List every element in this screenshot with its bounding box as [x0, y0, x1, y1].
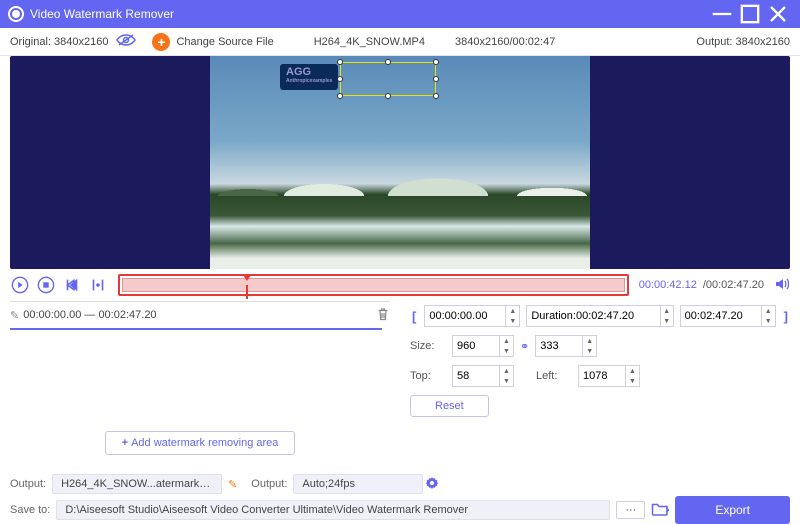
size-label: Size:	[410, 340, 446, 352]
left-input[interactable]: ▲▼	[578, 365, 640, 387]
app-title: Video Watermark Remover	[30, 7, 174, 21]
down-icon[interactable]: ▼	[500, 346, 513, 356]
change-source-link[interactable]: Change Source File	[176, 36, 273, 48]
handle-bl[interactable]	[337, 93, 343, 99]
timeline-highlight	[118, 274, 629, 296]
save-to-path: D:\Aiseesoft Studio\Aiseesoft Video Conv…	[56, 500, 610, 520]
handle-mr[interactable]	[433, 76, 439, 82]
top-input[interactable]: ▲▼	[452, 365, 514, 387]
handle-ml[interactable]	[337, 76, 343, 82]
delete-area-icon[interactable]	[376, 307, 390, 324]
link-aspect-icon[interactable]: ⚭	[520, 340, 529, 353]
maximize-button[interactable]	[736, 0, 764, 28]
panels: ✎ 00:00:00.00 — 00:02:47.20 Add watermar…	[0, 301, 800, 465]
source-res-duration: 3840x2160/00:02:47	[455, 36, 555, 48]
up-icon[interactable]: ▲	[626, 366, 639, 376]
app-logo-icon	[8, 6, 24, 22]
output-file-label: Output:	[10, 478, 46, 490]
add-source-icon[interactable]: +	[152, 33, 170, 51]
playhead[interactable]	[243, 275, 251, 281]
timeline[interactable]	[122, 278, 625, 292]
position-row: Top: ▲▼ Left: ▲▼	[410, 365, 790, 387]
down-icon[interactable]: ▼	[500, 376, 513, 386]
area-time-range: 00:00:00.00 — 00:02:47.20	[23, 309, 156, 321]
up-icon[interactable]: ▲	[762, 306, 775, 316]
minimize-button[interactable]	[708, 0, 736, 28]
down-icon[interactable]: ▼	[506, 316, 519, 326]
stop-button[interactable]	[36, 275, 56, 295]
handle-tr[interactable]	[433, 59, 439, 65]
bottom-bar: Output: H264_4K_SNOW...atermark.mp4 ✎ Ou…	[10, 465, 790, 523]
close-button[interactable]	[764, 0, 792, 28]
handle-tl[interactable]	[337, 59, 343, 65]
up-icon[interactable]: ▲	[500, 366, 513, 376]
trim-duration-input[interactable]: ▲▼	[526, 305, 673, 327]
signature-icon: ✎	[10, 309, 19, 322]
up-icon[interactable]: ▲	[661, 306, 673, 316]
play-button[interactable]	[10, 275, 30, 295]
handle-br[interactable]	[433, 93, 439, 99]
handle-bm[interactable]	[385, 93, 391, 99]
output-format: Auto;24fps	[293, 474, 423, 494]
titlebar: Video Watermark Remover	[0, 0, 800, 28]
output-filename: H264_4K_SNOW...atermark.mp4	[52, 474, 222, 494]
bracket-end-icon[interactable]: ]	[782, 309, 790, 324]
height-input[interactable]: ▲▼	[535, 335, 597, 357]
trim-row: [ ▲▼ ▲▼ ▲▼ ]	[410, 305, 790, 327]
size-row: Size: ▲▼ ⚭ ▲▼	[410, 335, 790, 357]
areas-panel: ✎ 00:00:00.00 — 00:02:47.20 Add watermar…	[10, 301, 390, 459]
down-icon[interactable]: ▼	[661, 316, 673, 326]
playbar: 00:00:42.12/00:02:47.20	[0, 269, 800, 301]
bracket-start-icon[interactable]: [	[410, 309, 418, 324]
source-filename: H264_4K_SNOW.MP4	[314, 36, 425, 48]
preview-toggle-icon[interactable]	[116, 33, 136, 50]
infobar: Original: 3840x2160 + Change Source File…	[0, 28, 800, 56]
reset-button[interactable]: Reset	[410, 395, 489, 417]
preview-stage: AGG Anthropicexamples	[10, 56, 790, 269]
settings-icon[interactable]	[425, 476, 439, 493]
watermark-badge: AGG Anthropicexamples	[280, 64, 338, 90]
volume-icon[interactable]	[774, 276, 790, 295]
rename-icon[interactable]: ✎	[228, 478, 237, 491]
output-label: Output:	[696, 36, 732, 48]
total-time: /00:02:47.20	[703, 279, 764, 291]
up-icon[interactable]: ▲	[583, 336, 596, 346]
output-resolution: 3840x2160	[736, 36, 790, 48]
up-icon[interactable]: ▲	[500, 336, 513, 346]
original-label: Original:	[10, 36, 51, 48]
original-resolution: 3840x2160	[54, 36, 108, 48]
up-icon[interactable]: ▲	[506, 306, 519, 316]
down-icon[interactable]: ▼	[583, 346, 596, 356]
current-time: 00:00:42.12	[639, 279, 697, 291]
step-forward-button[interactable]	[62, 275, 82, 295]
trim-start-input[interactable]: ▲▼	[424, 305, 520, 327]
left-label: Left:	[536, 370, 572, 382]
trim-end-input[interactable]: ▲▼	[680, 305, 776, 327]
output-format-label: Output:	[251, 478, 287, 490]
browse-button[interactable]: ···	[616, 501, 645, 519]
down-icon[interactable]: ▼	[762, 316, 775, 326]
area-underline	[10, 328, 382, 330]
step-mark-button[interactable]	[88, 275, 108, 295]
open-folder-icon[interactable]	[651, 502, 669, 519]
width-input[interactable]: ▲▼	[452, 335, 514, 357]
top-label: Top:	[410, 370, 446, 382]
selection-box[interactable]	[340, 62, 436, 96]
add-area-button[interactable]: Add watermark removing area	[105, 431, 296, 455]
down-icon[interactable]: ▼	[626, 376, 639, 386]
export-button[interactable]: Export	[675, 496, 790, 524]
area-row[interactable]: ✎ 00:00:00.00 — 00:02:47.20	[10, 304, 390, 326]
save-to-label: Save to:	[10, 504, 50, 516]
properties-panel: [ ▲▼ ▲▼ ▲▼ ] Size: ▲▼ ⚭ ▲▼ Top: ▲▼ Left:…	[410, 301, 790, 459]
handle-tm[interactable]	[385, 59, 391, 65]
video-preview[interactable]: AGG Anthropicexamples	[210, 56, 590, 269]
